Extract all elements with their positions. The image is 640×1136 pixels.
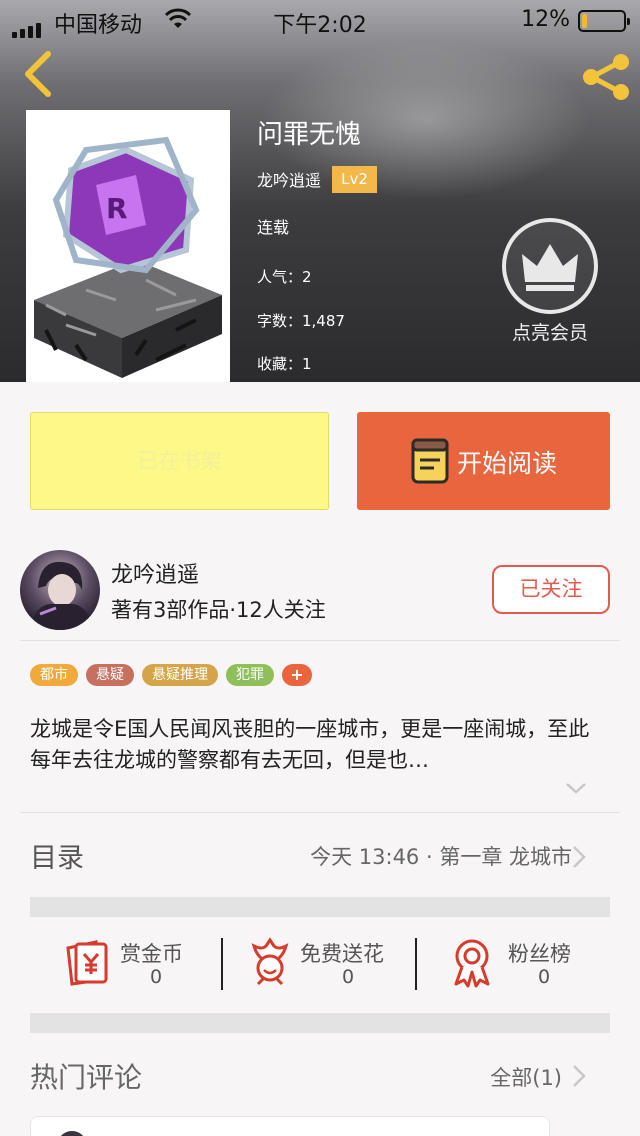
tag-item[interactable]: 犯罪 [226, 664, 274, 686]
divider [221, 938, 223, 990]
latest-chapter-info[interactable]: 今天 13:46 · 第一章 龙城市 [310, 841, 572, 871]
status-bar: 中国移动 下午2:02 12% [0, 0, 640, 40]
author-name[interactable]: 龙吟逍遥 [111, 557, 199, 589]
battery-percent: 12% [521, 7, 570, 32]
author-works-info: 著有3部作品·12人关注 [111, 598, 326, 622]
vip-button[interactable] [500, 216, 600, 316]
send-flower-button[interactable]: 免费送花 0 [244, 936, 404, 992]
chevron-down-icon [566, 783, 586, 794]
reward-coin-count: 0 [149, 966, 163, 988]
share-button[interactable] [578, 52, 634, 102]
comment-card[interactable] [30, 1116, 550, 1136]
vip-label[interactable]: 点亮会员 [500, 318, 600, 345]
section-spacer [30, 1013, 610, 1033]
divider [20, 640, 620, 641]
add-tag-button[interactable]: + [282, 664, 312, 686]
follow-button[interactable]: 已关注 [492, 565, 610, 614]
back-button[interactable] [18, 48, 60, 100]
chevron-right-icon[interactable] [572, 845, 586, 869]
book-header: 中国移动 下午2:02 12% R 问罪无愧 龙吟逍遥 Lv2 连载 人气：2 … [0, 0, 640, 382]
commenter-avatar[interactable] [57, 1131, 87, 1136]
flower-count: 0 [341, 966, 355, 988]
book-author-link[interactable]: 龙吟逍遥 [257, 167, 321, 191]
hot-comments-title: 热门评论 [30, 1061, 143, 1094]
in-bookshelf-button[interactable]: 已在书架 [30, 412, 329, 510]
toc-title[interactable]: 目录 [30, 836, 84, 875]
chevron-left-icon [25, 51, 51, 97]
serial-status: 连载 [257, 218, 290, 237]
favorites-stat: 收藏：1 [257, 355, 312, 373]
battery-icon [578, 10, 630, 32]
all-comments-link[interactable]: 全部(1) [490, 1062, 562, 1092]
fan-ranking-label: 粉丝榜 [508, 942, 571, 966]
svg-text:R: R [106, 192, 128, 225]
tag-item[interactable]: 都市 [30, 664, 78, 686]
book-title: 问罪无愧 [257, 120, 362, 150]
avatar-image-icon [30, 561, 92, 630]
flower-icon [251, 937, 289, 986]
chevron-right-icon[interactable] [572, 1064, 586, 1088]
book-description: 龙城是令E国人民闻风丧胆的一座城市，更是一座闹城，至此每年去往龙城的警察都有去无… [30, 717, 590, 772]
fan-ranking-medal-icon [454, 939, 490, 988]
tag-list: 都市 悬疑 悬疑推理 犯罪 + [30, 664, 312, 686]
cover-artwork-icon: R [34, 136, 222, 378]
start-reading-button[interactable]: 开始阅读 [357, 412, 610, 510]
start-reading-label: 开始阅读 [457, 449, 558, 478]
tag-item[interactable]: 悬疑推理 [142, 664, 218, 686]
author-avatar[interactable] [20, 550, 100, 630]
popularity-stat: 人气：2 [257, 268, 312, 286]
divider [20, 812, 620, 813]
share-icon [583, 54, 629, 100]
tag-item[interactable]: 悬疑 [86, 664, 134, 686]
crown-icon [502, 218, 598, 314]
expand-description-button[interactable] [564, 780, 588, 796]
book-icon [411, 438, 449, 484]
book-cover[interactable]: R [26, 110, 230, 382]
reward-coin-icon [66, 940, 108, 986]
send-flower-label: 免费送花 [300, 942, 384, 966]
reward-coin-button[interactable]: 赏金币 0 [60, 936, 200, 992]
reward-coin-label: 赏金币 [120, 942, 183, 966]
divider [415, 938, 417, 990]
fan-ranking-button[interactable]: 粉丝榜 0 [446, 936, 586, 992]
author-level-badge: Lv2 [332, 166, 377, 193]
fan-ranking-count: 0 [537, 966, 551, 988]
word-count-stat: 字数：1,487 [257, 312, 345, 330]
section-spacer [30, 897, 610, 917]
